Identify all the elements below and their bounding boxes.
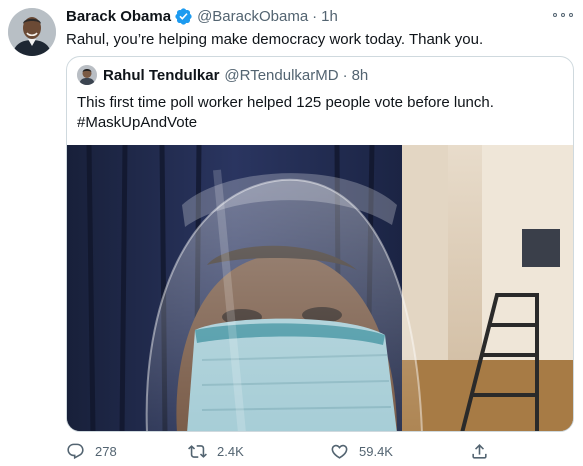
tweet-timestamp[interactable]: 1h	[321, 8, 338, 25]
quoted-author-avatar	[77, 65, 97, 85]
quoted-author-handle: @RTendulkarMD	[224, 66, 339, 84]
quoted-tweet-photo[interactable]	[67, 145, 573, 431]
retweet-icon	[188, 444, 207, 458]
like-count: 59.4K	[359, 443, 393, 459]
like-button[interactable]: 59.4K	[330, 440, 393, 462]
heart-icon	[331, 444, 348, 459]
retweet-button[interactable]: 2.4K	[188, 440, 244, 462]
share-button[interactable]	[470, 440, 499, 462]
reply-button[interactable]: 278	[66, 440, 117, 462]
share-icon	[472, 443, 487, 459]
tweet-text: Rahul, you’re helping make democracy wor…	[66, 31, 484, 48]
author-handle[interactable]: @BarackObama	[197, 8, 308, 25]
tweet[interactable]: Barack Obama @BarackObama · 1h Rahul, yo…	[0, 0, 583, 466]
quoted-tweet-header: Rahul Tendulkar @RTendulkarMD · 8h	[77, 65, 368, 85]
header-separator: ·	[312, 7, 318, 25]
retweet-count: 2.4K	[217, 443, 244, 459]
quoted-tweet-text: This first time poll worker helped 125 p…	[77, 93, 494, 133]
verified-badge-icon	[175, 7, 192, 25]
author-avatar[interactable]	[8, 8, 56, 56]
reply-count: 278	[95, 443, 117, 459]
quoted-author-name: Rahul Tendulkar	[103, 66, 220, 84]
quoted-tweet-hashtag: #MaskUpAndVote	[77, 114, 198, 131]
quoted-header-separator: ·	[342, 66, 348, 84]
tweet-actions: 278 2.4K 59.4K	[66, 440, 566, 462]
quoted-tweet[interactable]: Rahul Tendulkar @RTendulkarMD · 8h This …	[66, 56, 574, 432]
reply-icon	[67, 443, 84, 459]
author-name[interactable]: Barack Obama	[66, 8, 171, 25]
tweet-header: Barack Obama @BarackObama · 1h	[66, 6, 338, 26]
quoted-tweet-text-line: This first time poll worker helped 125 p…	[77, 94, 494, 111]
quoted-tweet-timestamp: 8h	[351, 66, 369, 84]
more-options-icon[interactable]	[553, 8, 573, 22]
